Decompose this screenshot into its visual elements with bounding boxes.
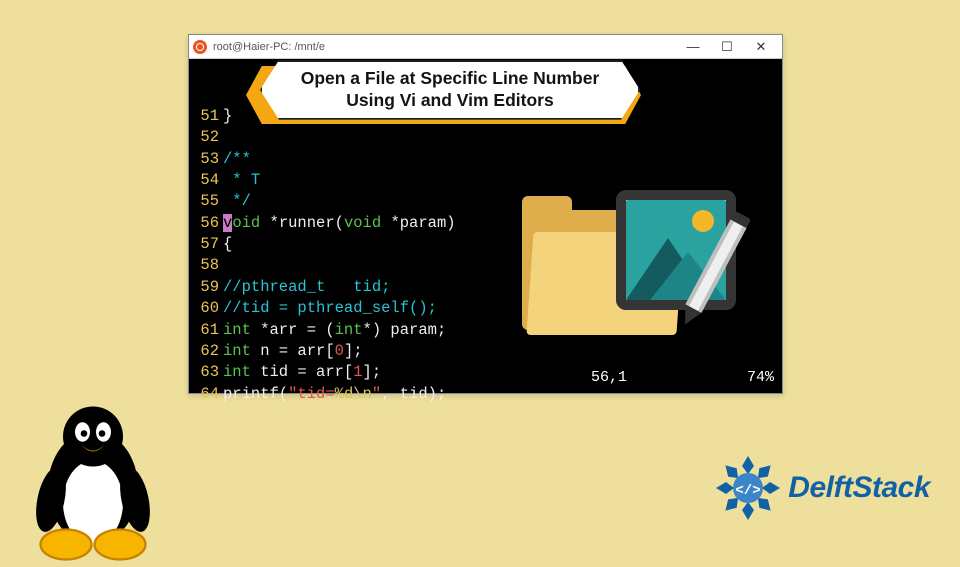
line-content: int *arr = (int*) param; bbox=[223, 320, 446, 341]
line-number: 60 bbox=[193, 298, 219, 319]
line-content: */ bbox=[223, 191, 251, 212]
line-number: 62 bbox=[193, 341, 219, 362]
window-controls: — ☐ ✕ bbox=[676, 37, 778, 57]
headline-line1: Open a File at Specific Line Number bbox=[301, 68, 600, 88]
vim-status: 56,1 74% bbox=[591, 368, 774, 389]
line-number: 55 bbox=[193, 191, 219, 212]
line-number: 54 bbox=[193, 170, 219, 191]
brand-name: DelftStack bbox=[788, 471, 930, 505]
scroll-pct: 74% bbox=[747, 368, 774, 389]
line-content: void *runner(void *param) bbox=[223, 213, 456, 234]
tux-penguin-icon bbox=[18, 392, 168, 562]
code-line: 54 * T bbox=[193, 170, 774, 191]
svg-text:</>: </> bbox=[736, 483, 761, 499]
code-line: 52 bbox=[193, 127, 774, 148]
line-content: * T bbox=[223, 170, 260, 191]
window-title: root@Haier-PC: /mnt/e bbox=[213, 41, 676, 53]
code-line: 53/** bbox=[193, 149, 774, 170]
line-number: 56 bbox=[193, 213, 219, 234]
line-number: 57 bbox=[193, 234, 219, 255]
line-content: { bbox=[223, 234, 232, 255]
line-content: /** bbox=[223, 149, 251, 170]
line-content: //pthread_t tid; bbox=[223, 277, 390, 298]
line-number: 59 bbox=[193, 277, 219, 298]
titlebar: root@Haier-PC: /mnt/e — ☐ ✕ bbox=[189, 35, 782, 59]
line-number: 53 bbox=[193, 149, 219, 170]
line-number: 58 bbox=[193, 255, 219, 276]
ubuntu-icon bbox=[193, 40, 207, 54]
headline-line2: Using Vi and Vim Editors bbox=[346, 90, 553, 110]
line-content: int tid = arr[1]; bbox=[223, 362, 381, 383]
delftstack-logo: </> DelftStack bbox=[714, 454, 930, 522]
line-number: 63 bbox=[193, 362, 219, 383]
close-button[interactable]: ✕ bbox=[744, 37, 778, 57]
folder-picture-art bbox=[510, 190, 750, 370]
maximize-button[interactable]: ☐ bbox=[710, 37, 744, 57]
line-content: } bbox=[223, 106, 232, 127]
minimize-button[interactable]: — bbox=[676, 37, 710, 57]
cursor-pos: 56,1 bbox=[591, 368, 627, 389]
line-number: 64 bbox=[193, 384, 219, 405]
mandala-icon: </> bbox=[714, 454, 782, 522]
line-number: 52 bbox=[193, 127, 219, 148]
line-number: 61 bbox=[193, 320, 219, 341]
headline-callout: Open a File at Specific Line Number Usin… bbox=[260, 60, 640, 120]
line-content: printf("tid=%d\n", tid); bbox=[223, 384, 446, 405]
line-content: //tid = pthread_self(); bbox=[223, 298, 437, 319]
line-number: 51 bbox=[193, 106, 219, 127]
line-content: int n = arr[0]; bbox=[223, 341, 363, 362]
